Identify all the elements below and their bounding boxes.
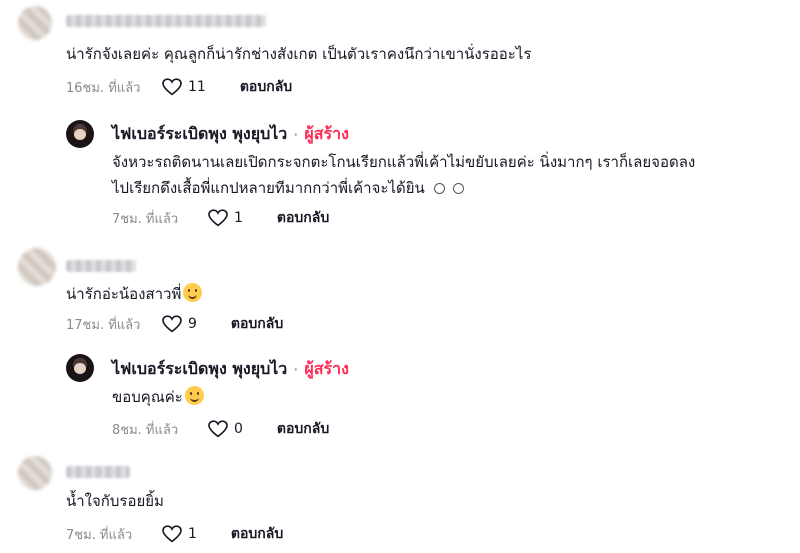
comment-meta: 7ชม. ที่แล้ว 1 ตอบกลับ [66, 523, 283, 545]
smiley-icon [433, 183, 445, 194]
comment-meta: 17ชม. ที่แล้ว 9 ตอบกลับ [66, 313, 283, 335]
reply-time: 8ชม. ที่แล้ว [112, 422, 179, 438]
creator-avatar[interactable] [66, 120, 94, 148]
comment-text: น่ารักอ่ะน้องสาวพี่ [66, 285, 182, 303]
like-button[interactable]: 1 [208, 209, 243, 227]
reply-text-row: ขอบคุณค่ะ [112, 385, 204, 410]
creator-badge: ผู้สร้าง [304, 124, 349, 143]
creator-badge: ผู้สร้าง [304, 359, 349, 378]
reply-meta: 8ชม. ที่แล้ว 0 ตอบกลับ [112, 418, 329, 440]
avatar[interactable] [18, 248, 56, 286]
reply-text-line2: ไปเรียกดึงเสื้อพี่แกปหลายทีมากกว่าพี่เค้… [112, 176, 465, 201]
like-button[interactable]: 0 [208, 420, 243, 438]
creator-avatar[interactable] [66, 354, 94, 382]
comment-time: 16ชม. ที่แล้ว [66, 80, 141, 96]
creator-username[interactable]: ไฟเบอร์ระเบิดพุง พุงยุบไว [112, 357, 287, 382]
reply-text: ขอบคุณค่ะ [112, 388, 183, 406]
reply-button[interactable]: ตอบกลับ [231, 523, 283, 545]
smiling-face-emoji [184, 386, 204, 405]
comment-text-row: น่ารักอ่ะน้องสาวพี่ [66, 282, 203, 307]
heart-icon [208, 420, 228, 438]
heart-icon [162, 78, 182, 96]
like-count: 1 [234, 210, 243, 226]
like-count: 0 [234, 421, 243, 437]
like-count: 1 [188, 526, 197, 542]
reply-time: 7ชม. ที่แล้ว [112, 211, 179, 227]
username-blurred[interactable] [66, 466, 130, 478]
heart-icon [162, 315, 182, 333]
reply-button[interactable]: ตอบกลับ [240, 76, 292, 98]
separator-dot: · [293, 360, 299, 379]
username-blurred[interactable] [66, 260, 136, 272]
smiley-icon [453, 183, 465, 194]
comment-meta: 16ชม. ที่แล้ว 11 ตอบกลับ [66, 76, 292, 98]
creator-username-row: ไฟเบอร์ระเบิดพุง พุงยุบไว · ผู้สร้าง [112, 122, 349, 147]
creator-username-row: ไฟเบอร์ระเบิดพุง พุงยุบไว · ผู้สร้าง [112, 357, 349, 382]
smiling-face-hearts-emoji [183, 283, 203, 302]
reply-meta: 7ชม. ที่แล้ว 1 ตอบกลับ [112, 207, 329, 229]
reply-text-line2-content: ไปเรียกดึงเสื้อพี่แกปหลายทีมากกว่าพี่เค้… [112, 179, 425, 197]
comment-text: น้ำใจกับรอยยิ้ม [66, 492, 164, 510]
like-button[interactable]: 1 [162, 525, 197, 543]
reply-button[interactable]: ตอบกลับ [277, 207, 329, 229]
like-count: 11 [188, 79, 206, 95]
like-button[interactable]: 11 [162, 78, 206, 96]
like-count: 9 [188, 316, 197, 332]
reply-text-line1: จังหวะรถติดนานเลยเปิดกระจกตะโกนเรียกแล้ว… [112, 153, 696, 171]
avatar[interactable] [18, 456, 52, 490]
like-button[interactable]: 9 [162, 315, 197, 333]
creator-username[interactable]: ไฟเบอร์ระเบิดพุง พุงยุบไว [112, 122, 287, 147]
reply-button[interactable]: ตอบกลับ [231, 313, 283, 335]
reply-button[interactable]: ตอบกลับ [277, 418, 329, 440]
separator-dot: · [293, 125, 299, 144]
comment-text: น่ารักจังเลยค่ะ คุณลูกก็น่ารักช่างสังเกต… [66, 45, 532, 63]
username-blurred[interactable] [66, 15, 266, 27]
comment-time: 17ชม. ที่แล้ว [66, 317, 141, 333]
heart-icon [162, 525, 182, 543]
comment-time: 7ชม. ที่แล้ว [66, 527, 133, 543]
heart-icon [208, 209, 228, 227]
avatar[interactable] [18, 6, 52, 40]
